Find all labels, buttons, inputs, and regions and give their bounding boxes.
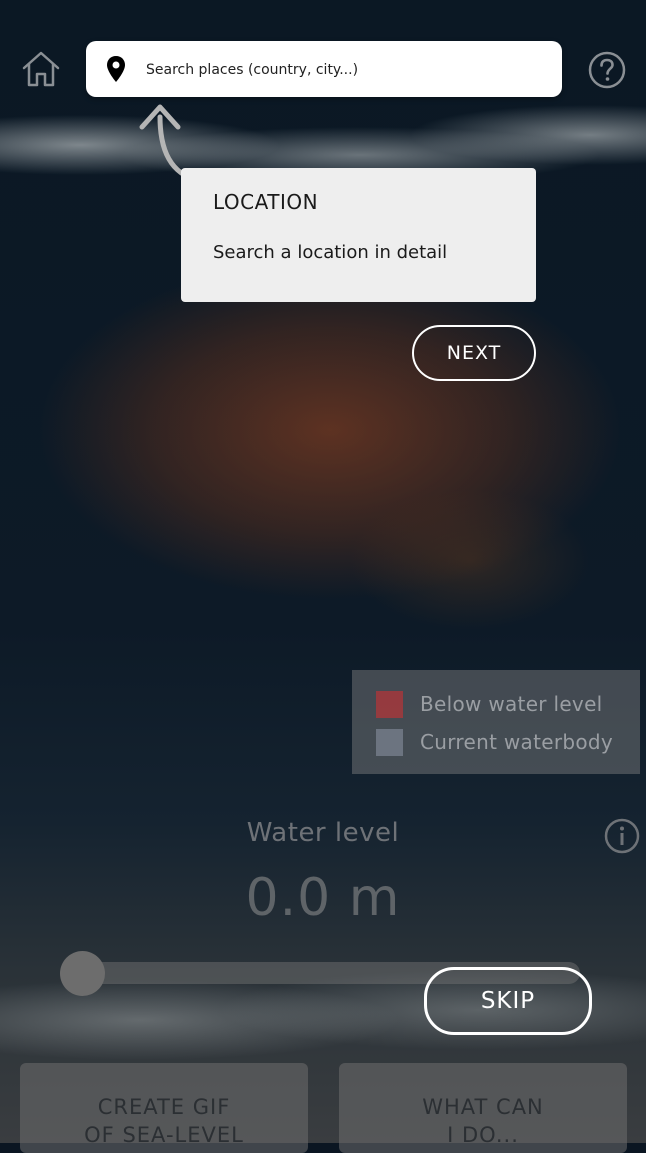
create-gif-label-line1: CREATE GIF — [97, 1094, 231, 1119]
water-level-info-button[interactable] — [604, 818, 640, 854]
map-pin-icon — [107, 56, 125, 82]
tooltip-text: Search a location in detail — [213, 242, 448, 263]
tutorial-tooltip: LOCATION Search a location in detail — [181, 168, 536, 302]
search-bar[interactable] — [86, 41, 562, 97]
what-can-i-do-button[interactable]: WHAT CAN I DO... — [339, 1063, 627, 1153]
legend-swatch-grey — [376, 728, 403, 756]
legend-item-below-water: Below water level — [376, 690, 603, 718]
question-circle-icon — [588, 51, 626, 89]
water-level-label: Water level — [246, 818, 400, 848]
legend-label: Below water level — [420, 692, 603, 716]
info-icon — [604, 818, 640, 854]
legend-item-current-waterbody: Current waterbody — [376, 728, 613, 756]
next-button[interactable]: NEXT — [412, 325, 536, 381]
legend-swatch-red — [376, 690, 403, 718]
home-icon — [22, 51, 60, 87]
home-button[interactable] — [20, 48, 62, 90]
tooltip-title: LOCATION — [213, 190, 319, 214]
skip-button[interactable]: SKIP — [424, 967, 592, 1035]
help-button[interactable] — [588, 51, 626, 89]
search-input[interactable] — [144, 53, 548, 87]
water-level-value: 0.0 m — [245, 868, 401, 928]
map-legend: Below water level Current waterbody — [352, 670, 640, 774]
slider-thumb[interactable] — [60, 951, 105, 996]
legend-label: Current waterbody — [420, 730, 614, 754]
create-gif-button[interactable]: CREATE GIF OF SEA-LEVEL — [20, 1063, 308, 1153]
what-can-i-do-label-line1: WHAT CAN — [422, 1094, 544, 1119]
